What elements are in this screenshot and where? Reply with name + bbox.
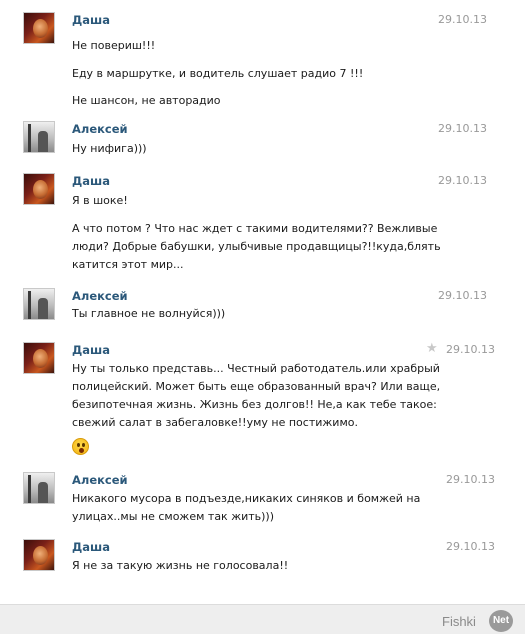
avatar-dasha[interactable] <box>23 539 55 571</box>
message-item: Алексей 29.10.13 Никакого мусора в подъе… <box>0 472 525 532</box>
message-item: Алексей 29.10.13 Ты главное не волнуйся)… <box>0 288 525 328</box>
message-item: Даша 29.10.13 Я в шоке! А что потом ? Чт… <box>0 173 525 273</box>
author-name-link[interactable]: Даша <box>72 540 110 554</box>
message-date: 29.10.13 <box>438 13 487 26</box>
author-name-link[interactable]: Даша <box>72 13 110 27</box>
message-date: 29.10.13 <box>446 540 495 553</box>
message-text: Ты главное не волнуйся))) <box>72 307 226 320</box>
avatar-aleksei[interactable] <box>23 472 55 504</box>
message-item: Даша 29.10.13 Я не за такую жизнь не гол… <box>0 539 525 579</box>
message-text: А что потом ? Что нас ждет с такими води… <box>72 222 438 235</box>
watermark-brand: Fishki <box>442 614 476 629</box>
message-text: Не повериш!!! <box>72 39 156 52</box>
message-item: Алексей 29.10.13 Ну нифига))) <box>0 121 525 161</box>
author-name-link[interactable]: Алексей <box>72 289 128 303</box>
author-name-link[interactable]: Даша <box>72 174 110 188</box>
message-date: 29.10.13 <box>446 343 495 356</box>
watermark-badge: Net <box>489 610 513 632</box>
author-name-link[interactable]: Алексей <box>72 473 128 487</box>
message-text: безипотечная жизнь. Жизнь без долгов!! Н… <box>72 398 437 411</box>
message-text: люди? Добрые бабушки, улыбчивые продавщи… <box>72 240 441 253</box>
message-text: улицах..мы не сможем так жить))) <box>72 510 275 523</box>
message-text: Я в шоке! <box>72 194 128 207</box>
message-date: 29.10.13 <box>438 289 487 302</box>
avatar-aleksei[interactable] <box>23 288 55 320</box>
message-text: Ну ты только представь... Честный работо… <box>72 362 440 375</box>
avatar-dasha[interactable] <box>23 173 55 205</box>
message-text: Ну нифига))) <box>72 142 147 155</box>
message-text: полицейский. Может быть еще образованный… <box>72 380 441 393</box>
author-name-link[interactable]: Даша <box>72 343 110 357</box>
message-text: Не шансон, не авторадио <box>72 94 221 107</box>
avatar-dasha[interactable] <box>23 342 55 374</box>
shocked-face-icon <box>72 438 89 455</box>
footer-bar: Fishki Net <box>0 604 525 634</box>
message-text: свежий салат в забегаловке!!уму не пости… <box>72 416 358 429</box>
message-item: Даша ★ 29.10.13 Ну ты только представь..… <box>0 342 525 462</box>
message-item: Даша 29.10.13 Не повериш!!! Еду в маршру… <box>0 12 525 112</box>
avatar-dasha[interactable] <box>23 12 55 44</box>
message-text: Еду в маршрутке, и водитель слушает ради… <box>72 67 364 80</box>
message-date: 29.10.13 <box>438 122 487 135</box>
message-text: катится этот мир... <box>72 258 184 271</box>
message-text: Никакого мусора в подъезде,никаких синяк… <box>72 492 421 505</box>
avatar-aleksei[interactable] <box>23 121 55 153</box>
message-date: 29.10.13 <box>446 473 495 486</box>
message-date: 29.10.13 <box>438 174 487 187</box>
message-text: Я не за такую жизнь не голосовала!! <box>72 559 289 572</box>
star-icon[interactable]: ★ <box>426 342 438 356</box>
author-name-link[interactable]: Алексей <box>72 122 128 136</box>
